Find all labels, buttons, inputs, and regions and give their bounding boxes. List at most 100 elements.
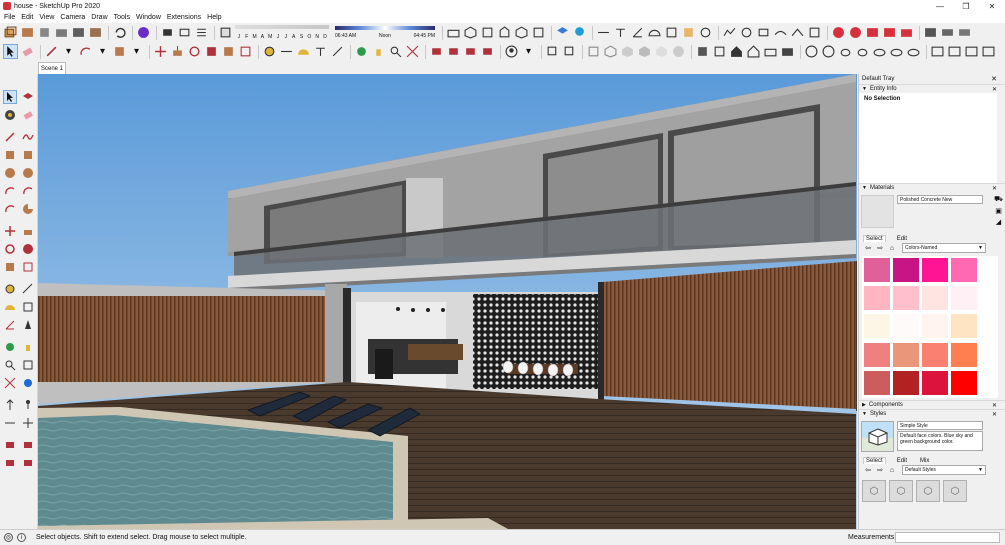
section-plane-left-icon[interactable] [21, 416, 35, 430]
menu-window[interactable]: Window [136, 14, 161, 21]
material-swatch-item[interactable] [951, 258, 977, 282]
orbit-tool-icon[interactable] [354, 44, 369, 59]
warehouse-models-icon[interactable] [429, 44, 444, 59]
zoom-tool-icon[interactable] [388, 44, 403, 59]
follow-me-tool-icon[interactable] [21, 242, 35, 256]
line-tool-icon[interactable] [44, 44, 59, 59]
styles-header[interactable]: ▼ Styles ✕ [859, 409, 1005, 418]
undo-icon[interactable] [112, 25, 127, 40]
teapot-icon[interactable] [838, 44, 853, 59]
share-left-icon[interactable] [21, 438, 35, 452]
pie-icon[interactable] [21, 202, 35, 216]
dimension-icon[interactable] [596, 25, 611, 40]
shaded-textures-icon[interactable] [637, 44, 652, 59]
smoove-icon[interactable] [739, 25, 754, 40]
scale-tool-icon[interactable] [221, 44, 236, 59]
front-view-icon[interactable] [497, 25, 512, 40]
material-swatch-item[interactable] [951, 286, 977, 311]
menu-extensions[interactable]: Extensions [167, 14, 201, 21]
material-swatch-item[interactable] [864, 314, 890, 339]
menu-help[interactable]: Help [207, 14, 221, 21]
close-icon[interactable]: ✕ [992, 411, 997, 418]
x-ray-icon[interactable] [545, 44, 560, 59]
home-icon[interactable]: ⌂ [887, 467, 897, 474]
tape-measure-icon[interactable] [698, 25, 713, 40]
window-layout-4-icon[interactable] [981, 44, 996, 59]
materials-header[interactable]: ▼ Materials ✕ [859, 183, 1005, 192]
material-swatch-item[interactable] [864, 370, 890, 395]
menu-file[interactable]: File [4, 14, 15, 21]
minimize-button[interactable]: — [927, 0, 953, 12]
material-swatch-item[interactable] [893, 342, 919, 367]
outliner-icon[interactable] [712, 44, 727, 59]
chevron-down-icon[interactable]: ▾ [95, 44, 110, 59]
dimension-tool-icon[interactable] [279, 44, 294, 59]
menu-draw[interactable]: Draw [91, 14, 107, 21]
menu-edit[interactable]: Edit [21, 14, 33, 21]
paint-bucket-icon[interactable] [3, 108, 17, 122]
axes-tool-icon[interactable] [330, 44, 345, 59]
text-tool-icon[interactable] [313, 44, 328, 59]
forward-arrow-icon[interactable]: ⇨ [875, 244, 885, 252]
style-name-field[interactable]: Simple Style [897, 421, 983, 430]
view-1-icon[interactable] [804, 44, 819, 59]
material-library-select[interactable]: Colors-Named ▼ [902, 243, 986, 253]
position-camera-icon[interactable] [3, 398, 17, 412]
walk-icon[interactable] [21, 398, 35, 412]
scale-icon[interactable] [3, 260, 17, 274]
hidden-line-icon[interactable] [603, 44, 618, 59]
shadow-month-slider[interactable]: J F M A M J J A S O N D [235, 25, 329, 40]
extension-manager-icon[interactable] [865, 25, 880, 40]
rectangle-icon[interactable] [3, 148, 17, 162]
extension-icon[interactable] [136, 25, 151, 40]
material-name-field[interactable]: Polished Concrete New [897, 195, 983, 204]
offset-icon[interactable] [21, 260, 35, 274]
extension-left-icon[interactable] [3, 456, 17, 470]
3d-text-left-icon[interactable] [21, 318, 35, 332]
material-swatch-item[interactable] [893, 370, 919, 395]
ball-icon[interactable] [671, 44, 686, 59]
screenshot-icon[interactable] [899, 25, 914, 40]
push-pull-icon[interactable] [170, 44, 185, 59]
material-swatch-item[interactable] [951, 314, 977, 339]
tab-select[interactable]: Select [863, 235, 886, 242]
menu-tools[interactable]: Tools [114, 14, 130, 21]
three-point-arc-icon[interactable] [3, 202, 17, 216]
material-swatch-item[interactable] [922, 342, 948, 367]
material-swatch-item[interactable] [893, 314, 919, 339]
3d-text-icon[interactable] [681, 25, 696, 40]
close-icon[interactable]: ✕ [991, 75, 997, 83]
select-arrow-icon[interactable] [3, 90, 17, 104]
arc-tool-icon[interactable] [78, 44, 93, 59]
two-point-arc-icon[interactable] [21, 184, 35, 198]
components-header[interactable]: ▶ Components ✕ [859, 400, 1005, 409]
menu-camera[interactable]: Camera [60, 14, 85, 21]
warehouse-left-icon[interactable] [3, 438, 17, 452]
geo-location-icon[interactable]: ◎ [4, 533, 13, 542]
chevron-down-icon[interactable]: ▾ [61, 44, 76, 59]
scene-tab-1[interactable]: Scene 1 [38, 62, 66, 74]
share-model-icon[interactable] [446, 44, 461, 59]
components-icon[interactable] [695, 44, 710, 59]
material-swatch-item[interactable] [922, 370, 948, 395]
zoom-window-icon[interactable] [21, 358, 35, 372]
close-icon[interactable]: ✕ [992, 402, 997, 409]
camera-icon[interactable] [446, 25, 461, 40]
select-tool-icon[interactable] [3, 44, 18, 59]
eraser-icon[interactable] [20, 44, 35, 59]
protractor-tool-icon[interactable] [296, 44, 311, 59]
share-component-icon[interactable] [463, 44, 478, 59]
zoom-icon[interactable] [3, 358, 17, 372]
paint-icon[interactable] [37, 25, 52, 40]
move-tool-icon[interactable] [153, 44, 168, 59]
view-2-icon[interactable] [821, 44, 836, 59]
circle-icon[interactable] [3, 166, 17, 180]
create-material-icon[interactable]: ▣ [994, 206, 1003, 215]
shop-icon[interactable] [763, 44, 778, 59]
model-info-icon[interactable] [923, 25, 938, 40]
paint-bucket-icon[interactable]: ⛟ [994, 195, 1003, 204]
style-option-cube-icon[interactable]: ⬡ [943, 480, 967, 502]
iso-view-icon[interactable] [463, 25, 478, 40]
display-icon[interactable] [177, 25, 192, 40]
style-library-select[interactable]: Default Styles ▼ [902, 465, 986, 475]
